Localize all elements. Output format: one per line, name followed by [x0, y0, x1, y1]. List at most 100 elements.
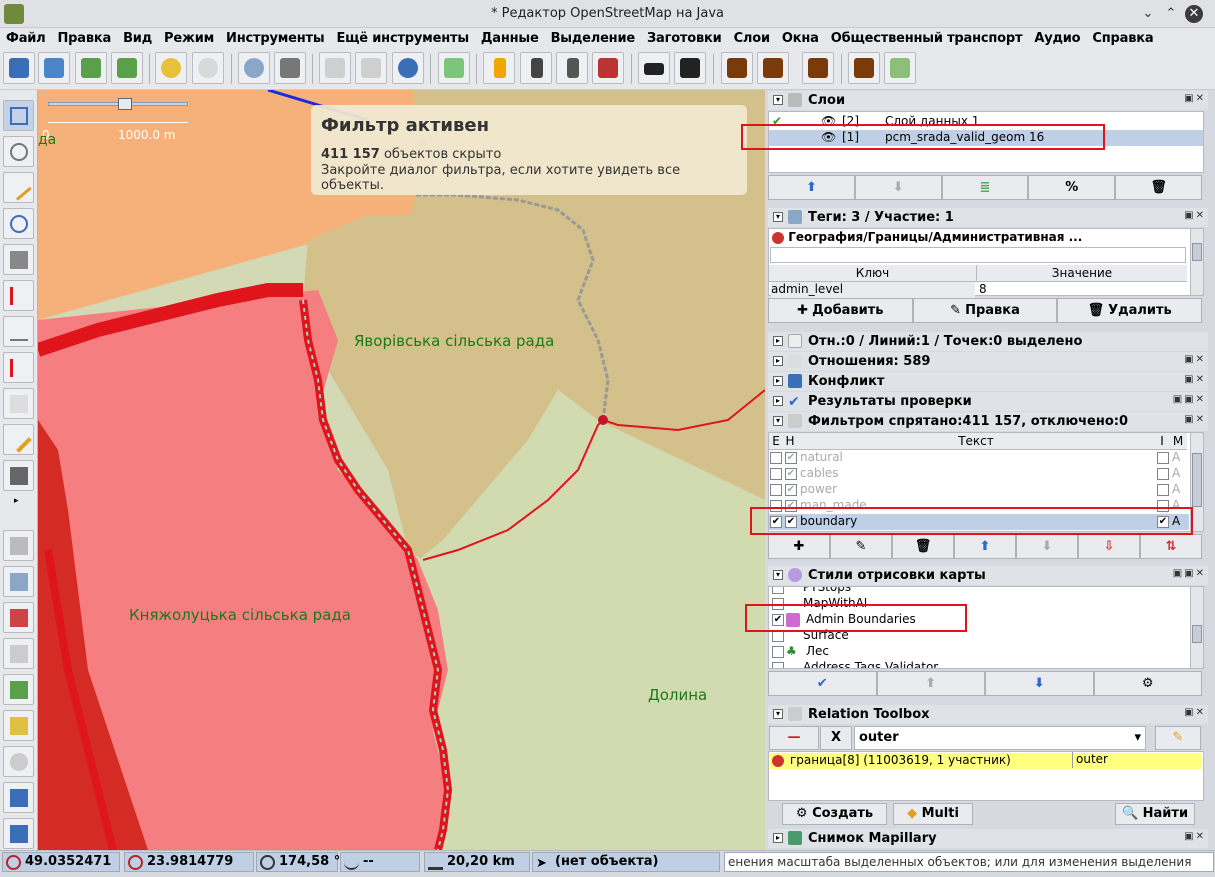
- menu-mode[interactable]: Режим: [158, 31, 220, 46]
- activate-style-button[interactable]: ✔: [768, 671, 877, 696]
- col-text-header[interactable]: Текст: [797, 433, 1155, 450]
- menu-data[interactable]: Данные: [475, 31, 545, 46]
- food-icon[interactable]: [757, 52, 789, 84]
- selection-panel-header[interactable]: ▸ Отн.:0 / Линий:1 / Точек:0 выделено: [768, 332, 1208, 351]
- filter-row[interactable]: ✔ cables A: [769, 466, 1189, 482]
- road2-icon[interactable]: [520, 52, 552, 84]
- delete-filter-button[interactable]: 🗑: [892, 534, 954, 559]
- download-data-icon[interactable]: [75, 52, 107, 84]
- castle-icon[interactable]: [802, 52, 834, 84]
- hide-checkbox[interactable]: ✔: [785, 468, 797, 480]
- tag-search-field[interactable]: [770, 247, 1186, 263]
- minimize-icon[interactable]: ⌄: [1139, 5, 1157, 23]
- notes-toggle-icon[interactable]: [3, 710, 34, 741]
- delete-tag-button[interactable]: 🗑 Удалить: [1057, 298, 1203, 323]
- tags-toggle-icon[interactable]: [3, 566, 34, 597]
- relations-panel-header[interactable]: ▸ Отношения: 589 ▣✕: [768, 352, 1208, 371]
- way-icon[interactable]: [355, 52, 387, 84]
- improve-way-icon[interactable]: [3, 316, 34, 347]
- filter-panel-header[interactable]: ▾ Фильтром спрятано:411 157, отключено:0…: [768, 412, 1208, 431]
- panel-controls-icon[interactable]: ▣✕: [1184, 374, 1206, 385]
- open-icon[interactable]: [3, 52, 35, 84]
- extrude-icon[interactable]: [3, 388, 34, 419]
- collapse-icon[interactable]: ▾: [773, 709, 783, 719]
- traffic-light-icon[interactable]: [556, 52, 588, 84]
- apply-role-button[interactable]: ✎: [1155, 726, 1201, 750]
- menu-public-transport[interactable]: Общественный транспорт: [825, 31, 1029, 46]
- style-settings-button[interactable]: ⚙: [1093, 671, 1202, 696]
- menu-selection[interactable]: Выделение: [545, 31, 641, 46]
- create-relation-button[interactable]: ⚙ Создать: [782, 803, 887, 825]
- validation-panel-header[interactable]: ▸ ✔ Результаты проверки ▣▣✕: [768, 392, 1208, 411]
- panel-controls-icon[interactable]: ▣✕: [1184, 831, 1206, 842]
- panel-controls-icon[interactable]: ▣▣✕: [1173, 568, 1206, 579]
- invert-checkbox[interactable]: [1157, 452, 1169, 464]
- relation-toolbox-header[interactable]: ▾ Relation Toolbox ▣✕: [768, 705, 1208, 724]
- download-icon[interactable]: [38, 52, 70, 84]
- menu-edit[interactable]: Правка: [52, 31, 118, 46]
- parallel-icon[interactable]: [3, 352, 34, 383]
- expand-icon[interactable]: ▸: [773, 336, 783, 346]
- expand-icon[interactable]: ▸: [773, 833, 783, 843]
- collapse-icon[interactable]: ▾: [773, 212, 783, 222]
- style-item[interactable]: PTStops: [769, 587, 1189, 596]
- expand-icon[interactable]: ▸: [773, 356, 783, 366]
- invert-checkbox[interactable]: [1157, 484, 1169, 496]
- style-up-button[interactable]: ⬆: [876, 671, 985, 696]
- road-icon[interactable]: [483, 52, 515, 84]
- lasso-icon[interactable]: [3, 136, 34, 167]
- undo-icon[interactable]: [155, 52, 187, 84]
- filter-reverse-button[interactable]: ⇅: [1140, 534, 1202, 559]
- select-mode-icon[interactable]: [3, 100, 34, 131]
- relation-toggle-icon[interactable]: [3, 602, 34, 633]
- delete-mode-icon[interactable]: [3, 244, 34, 275]
- styles-panel-header[interactable]: ▾ Стили отрисовки карты ▣▣✕: [768, 566, 1208, 585]
- conflict-panel-header[interactable]: ▸ Конфликт ▣✕: [768, 372, 1208, 391]
- select-icon[interactable]: [438, 52, 470, 84]
- collapse-icon[interactable]: ▾: [773, 570, 783, 580]
- bus-icon[interactable]: [674, 52, 706, 84]
- menu-file[interactable]: Файл: [0, 31, 52, 46]
- redo-icon[interactable]: [192, 52, 224, 84]
- map-view[interactable]: 0 1000.0 m да Фильтр активен 411 157 объ…: [38, 90, 765, 850]
- filter-toggle-icon[interactable]: [3, 746, 34, 777]
- history-toggle-icon[interactable]: [3, 638, 34, 669]
- col-e-header[interactable]: E: [769, 433, 783, 450]
- tag-key-cell[interactable]: admin_level: [771, 282, 975, 298]
- filter-row[interactable]: ✔ power A: [769, 482, 1189, 498]
- panel-controls-icon[interactable]: ▣✕: [1184, 210, 1206, 221]
- menu-audio[interactable]: Аудио: [1028, 31, 1086, 46]
- layers-toggle-icon[interactable]: [3, 530, 34, 561]
- menu-tools[interactable]: Инструменты: [220, 31, 330, 46]
- validate-icon[interactable]: [392, 52, 424, 84]
- col-value-header[interactable]: Значение: [977, 265, 1187, 282]
- draw-icon[interactable]: [3, 172, 34, 203]
- expand-icon[interactable]: ▸: [773, 376, 783, 386]
- building-icon[interactable]: [3, 460, 34, 491]
- car-icon[interactable]: [638, 52, 670, 84]
- style-checkbox[interactable]: [772, 646, 784, 658]
- warning-icon[interactable]: [721, 52, 753, 84]
- preferences-icon[interactable]: [274, 52, 306, 84]
- filter-row[interactable]: ✔ natural A: [769, 450, 1189, 466]
- zoom-icon[interactable]: [238, 52, 270, 84]
- style-item[interactable]: Address Tags Validator: [769, 660, 1189, 668]
- transfer-icon[interactable]: [884, 52, 916, 84]
- collapse-icon[interactable]: ▾: [773, 95, 783, 105]
- style-item[interactable]: ♣ Лес: [769, 644, 1189, 660]
- panel-controls-icon[interactable]: ▣✕: [1184, 354, 1206, 365]
- filter-down-button[interactable]: ⬇: [1016, 534, 1078, 559]
- remove-member-button[interactable]: —: [769, 726, 819, 750]
- panel-controls-icon[interactable]: ▣▣✕: [1173, 394, 1206, 405]
- layers-panel-header[interactable]: ▾ Слои ▣✕: [768, 91, 1208, 110]
- tags-scrollbar[interactable]: [1190, 229, 1203, 295]
- upload-icon[interactable]: [111, 52, 143, 84]
- collapse-icon[interactable]: ▾: [773, 416, 783, 426]
- conflict-toggle-icon[interactable]: [3, 782, 34, 813]
- move-up-button[interactable]: ⬆: [768, 175, 855, 200]
- chevron-down-icon[interactable]: ▾: [1134, 727, 1141, 749]
- styles-scrollbar[interactable]: [1190, 587, 1203, 668]
- zoom-slider-thumb[interactable]: [118, 98, 132, 110]
- menu-view[interactable]: Вид: [117, 31, 158, 46]
- filter-sort-down-button[interactable]: ⇩: [1078, 534, 1140, 559]
